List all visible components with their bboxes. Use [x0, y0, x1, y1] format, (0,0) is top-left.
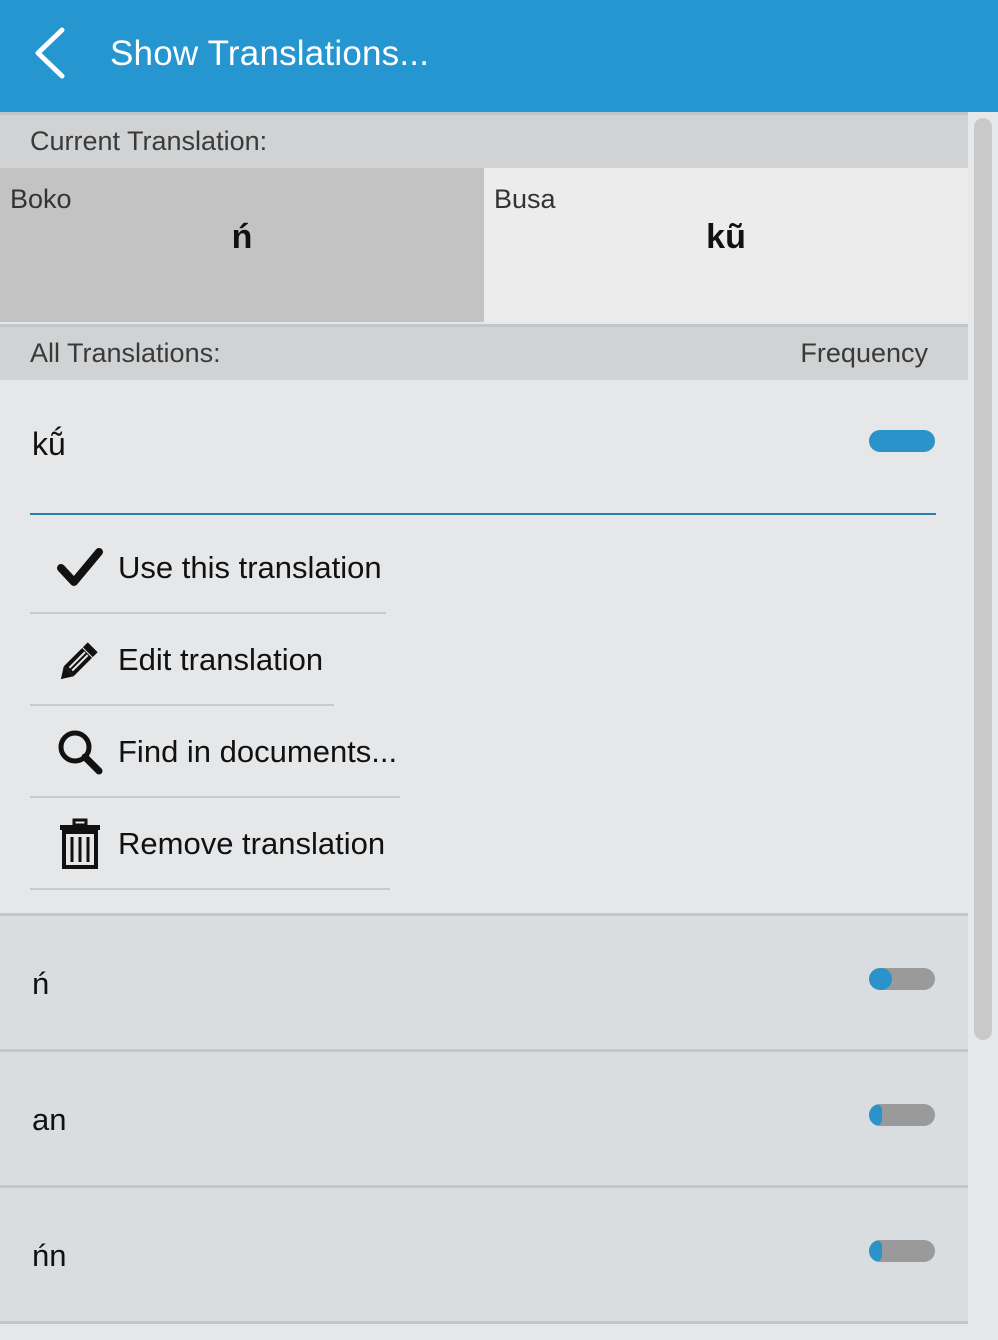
all-translations-header: All Translations: Frequency	[0, 324, 968, 380]
source-language: Boko	[10, 184, 72, 214]
translation-row[interactable]: an	[0, 1052, 968, 1188]
source-cell: Boko ń	[0, 168, 484, 322]
translation-word: ńn	[32, 1238, 67, 1273]
back-button[interactable]	[28, 22, 80, 88]
scrollbar[interactable]	[974, 118, 992, 1040]
remove-translation-label: Remove translation	[118, 826, 386, 861]
expanded-translation-item[interactable]: kṹ Use this translation Edit translation…	[0, 380, 968, 916]
translation-word: an	[32, 1102, 67, 1137]
source-word: ń	[231, 218, 253, 256]
frequency-label: Frequency	[800, 338, 928, 368]
current-translation-label: Current Translation:	[30, 126, 268, 156]
translation-word: kṹ	[32, 426, 66, 462]
target-word: kũ	[706, 218, 746, 256]
divider	[30, 513, 936, 515]
target-language: Busa	[494, 184, 556, 214]
edit-translation-button[interactable]: Edit translation	[30, 616, 334, 706]
remove-translation-button[interactable]: Remove translation	[30, 800, 390, 890]
edit-translation-label: Edit translation	[118, 642, 324, 677]
current-translation-pair: Boko ń Busa kũ	[0, 168, 968, 322]
find-in-documents-label: Find in documents...	[118, 734, 398, 769]
all-translations-label: All Translations:	[30, 338, 221, 368]
use-translation-button[interactable]: Use this translation	[30, 524, 386, 614]
chevron-left-icon	[35, 27, 65, 79]
target-cell: Busa kũ	[484, 168, 968, 322]
frequency-bar	[869, 1240, 935, 1262]
find-in-documents-button[interactable]: Find in documents...	[30, 708, 400, 798]
pencil-icon	[52, 635, 108, 685]
frequency-fill	[869, 430, 935, 452]
frequency-bar	[869, 968, 935, 990]
frequency-bar	[869, 1104, 935, 1126]
checkmark-icon	[52, 543, 108, 593]
use-translation-label: Use this translation	[118, 550, 382, 585]
frequency-fill	[869, 1104, 883, 1126]
frequency-fill	[869, 968, 893, 990]
top-bar: Show Translations...	[0, 0, 998, 112]
search-icon	[52, 727, 108, 777]
translation-row[interactable]: ń	[0, 916, 968, 1052]
current-translation-header: Current Translation:	[0, 112, 968, 168]
translations-panel[interactable]: Current Translation: Boko ń Busa kũ All …	[0, 112, 968, 1340]
frequency-fill	[869, 1240, 883, 1262]
trash-icon	[52, 818, 108, 869]
page-title: Show Translations...	[110, 34, 430, 73]
translation-word: ń	[32, 966, 50, 1001]
translation-row[interactable]: ńn	[0, 1188, 968, 1324]
frequency-bar	[869, 430, 935, 452]
